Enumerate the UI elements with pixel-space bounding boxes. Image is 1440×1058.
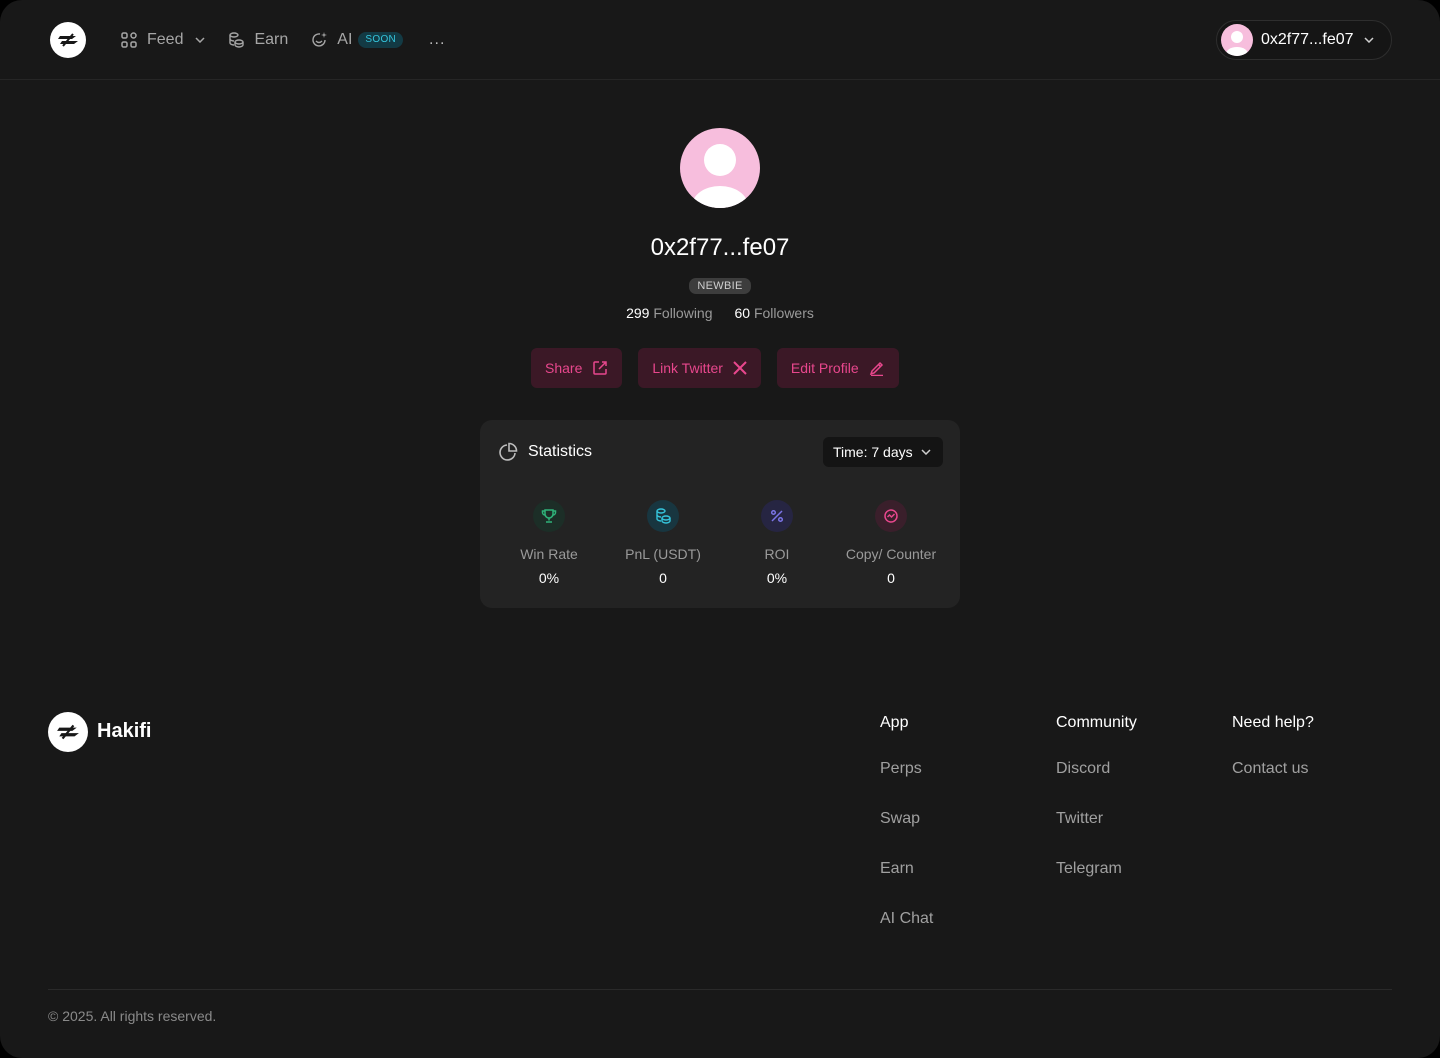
app-window: Feed Earn AI SOON ... 0x2f77...fe07 0x2f… — [0, 0, 1440, 1058]
profile-actions: Share Link Twitter Edit Profile — [531, 348, 915, 388]
footer-hakifi-logo-icon[interactable] — [48, 712, 88, 752]
share-button[interactable]: Share — [531, 348, 623, 388]
footer-link-swap[interactable]: Swap — [880, 810, 933, 860]
footer-column-app: App Perps Swap Earn AI Chat — [880, 714, 933, 960]
followers-link[interactable]: 60 Followers — [735, 305, 814, 321]
percent-icon — [761, 500, 793, 532]
copyright-text: © 2025. All rights reserved. — [48, 1008, 217, 1024]
footer-heading: App — [880, 714, 909, 731]
share-label: Share — [545, 360, 583, 376]
footer-link-telegram[interactable]: Telegram — [1056, 860, 1137, 910]
metric-copy-counter: Copy/ Counter 0 — [831, 500, 951, 586]
footer-heading: Need help? — [1232, 714, 1314, 731]
pie-chart-icon — [499, 442, 518, 461]
profile-avatar — [680, 128, 760, 208]
metric-value: 0% — [766, 570, 788, 586]
metric-roi: ROI 0% — [717, 500, 837, 586]
footer-link-perps[interactable]: Perps — [880, 760, 933, 810]
link-twitter-button[interactable]: Link Twitter — [638, 348, 761, 388]
wallet-address: 0x2f77...fe07 — [1261, 31, 1354, 48]
coins-icon — [229, 32, 245, 48]
nav-earn-label: Earn — [254, 31, 289, 48]
nav-earn[interactable]: Earn — [227, 31, 288, 49]
avatar — [1221, 24, 1253, 56]
x-twitter-icon — [733, 361, 747, 375]
soon-badge: SOON — [358, 32, 404, 48]
ai-sparkle-icon — [312, 32, 328, 47]
footer-link-contact-us[interactable]: Contact us — [1232, 760, 1314, 810]
pencil-icon — [869, 361, 883, 376]
chevron-down-icon — [195, 37, 205, 43]
footer-column-community: Community Discord Twitter Telegram — [1056, 714, 1137, 910]
following-link[interactable]: 299 Following — [626, 305, 712, 321]
profile-username: 0x2f77...fe07 — [650, 234, 790, 261]
metric-value: 0 — [659, 570, 667, 586]
coins-icon — [647, 500, 679, 532]
main-nav: Feed Earn AI SOON ... — [120, 28, 445, 52]
footer-link-ai-chat[interactable]: AI Chat — [880, 910, 933, 960]
nav-ai[interactable]: AI SOON — [310, 31, 404, 49]
nav-ai-label: AI — [337, 31, 353, 48]
following-count: 299 — [626, 305, 650, 321]
more-menu-button[interactable]: ... — [429, 31, 445, 49]
metric-label: ROI — [764, 546, 790, 562]
wallet-account-button[interactable]: 0x2f77...fe07 — [1216, 20, 1392, 60]
metric-label: Copy/ Counter — [845, 546, 937, 562]
footer-link-discord[interactable]: Discord — [1056, 760, 1137, 810]
followers-count: 60 — [734, 305, 751, 321]
footer-brand: Hakifi — [97, 720, 152, 742]
grid-icon — [121, 32, 137, 48]
metric-win-rate: Win Rate 0% — [489, 500, 609, 586]
edit-profile-button[interactable]: Edit Profile — [776, 348, 899, 388]
nav-feed[interactable]: Feed — [120, 31, 205, 49]
trophy-icon — [533, 500, 565, 532]
metric-value: 0% — [538, 570, 560, 586]
following-label: Following — [653, 305, 713, 321]
footer-heading: Community — [1056, 714, 1137, 731]
chevron-down-icon — [921, 449, 931, 455]
footer-link-twitter[interactable]: Twitter — [1056, 810, 1137, 860]
statistics-card: Statistics Time: 7 days Win Rate 0% PnL … — [480, 420, 960, 608]
rank-badge: NEWBIE — [689, 278, 751, 294]
edit-profile-label: Edit Profile — [790, 360, 859, 376]
statistics-title: Statistics — [528, 443, 593, 460]
metric-label: PnL (USDT) — [625, 546, 701, 562]
copy-counter-icon — [875, 500, 907, 532]
chevron-down-icon — [1363, 37, 1374, 43]
metric-value: 0 — [887, 570, 895, 586]
time-range-value: Time: 7 days — [833, 444, 913, 460]
follow-stats: 299 Following 60 Followers — [0, 305, 1440, 321]
top-nav-bar: Feed Earn AI SOON ... 0x2f77...fe07 — [0, 0, 1440, 80]
metric-label: Win Rate — [520, 546, 578, 562]
nav-feed-label: Feed — [147, 31, 184, 48]
metric-pnl: PnL (USDT) 0 — [603, 500, 723, 586]
footer-link-earn[interactable]: Earn — [880, 860, 933, 910]
external-link-icon — [593, 361, 608, 375]
footer-column-help: Need help? Contact us — [1232, 714, 1314, 810]
footer-divider — [48, 989, 1392, 990]
hakifi-logo-icon[interactable] — [50, 22, 86, 58]
followers-label: Followers — [753, 305, 814, 321]
time-range-select[interactable]: Time: 7 days — [823, 437, 943, 467]
link-twitter-label: Link Twitter — [652, 360, 723, 376]
